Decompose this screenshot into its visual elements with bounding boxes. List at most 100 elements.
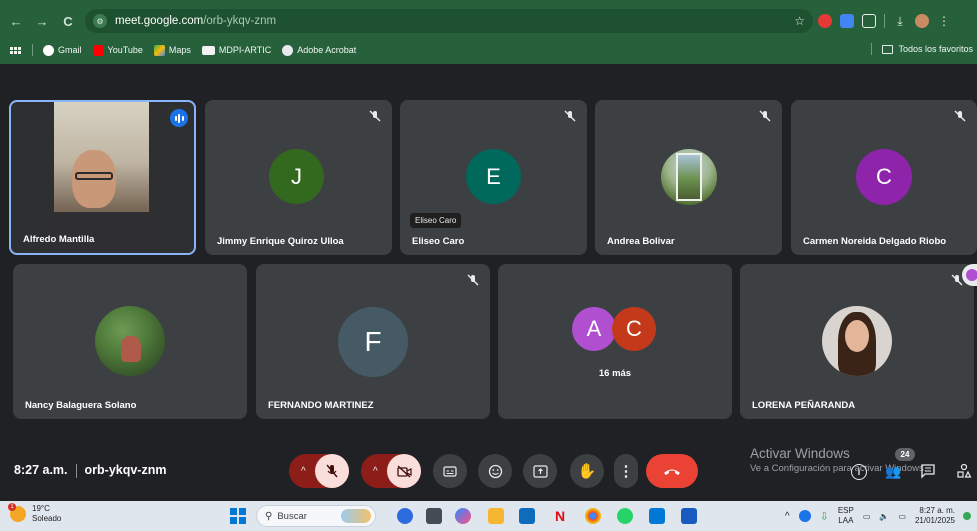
taskbar-search[interactable]: ⚲ Buscar bbox=[256, 505, 376, 527]
outlook-icon[interactable] bbox=[649, 508, 665, 524]
file-explorer-icon[interactable] bbox=[488, 508, 504, 524]
camera-off-button[interactable] bbox=[387, 454, 421, 488]
participant-tile-lorena[interactable]: LORENA PEÑARANDA bbox=[740, 264, 974, 419]
mic-off-icon bbox=[564, 110, 576, 122]
all-bookmarks-button[interactable]: Todos los favoritos bbox=[871, 43, 973, 55]
app-icon[interactable] bbox=[455, 508, 471, 524]
participant-name: Eliseo Caro bbox=[412, 236, 465, 247]
leave-call-button[interactable] bbox=[646, 454, 698, 488]
network-icon[interactable]: ▭ bbox=[863, 512, 871, 521]
hand-icon: ✋ bbox=[577, 463, 597, 480]
mic-off-icon bbox=[954, 110, 966, 122]
bookmark-youtube[interactable]: YouTube bbox=[92, 44, 143, 56]
microphone-control[interactable]: ^ bbox=[289, 454, 349, 488]
tray-download-icon[interactable]: ⇩ bbox=[820, 510, 829, 523]
site-settings-icon[interactable]: ⚙ bbox=[93, 14, 107, 28]
task-view-icon[interactable] bbox=[426, 508, 442, 524]
mic-options-chevron-icon[interactable]: ^ bbox=[301, 466, 306, 477]
tray-app-icon[interactable] bbox=[798, 510, 811, 522]
weather-widget[interactable]: 1 19°C Soleado bbox=[8, 503, 61, 524]
volume-icon[interactable]: 🔈 bbox=[879, 512, 889, 521]
extension-red-icon[interactable] bbox=[818, 14, 832, 28]
extensions-puzzle-icon[interactable] bbox=[862, 14, 876, 28]
windows-start-icon[interactable] bbox=[230, 508, 246, 524]
battery-icon[interactable]: ▭ bbox=[898, 512, 906, 521]
raise-hand-button[interactable]: ✋ bbox=[570, 454, 604, 488]
microsoft-store-icon[interactable] bbox=[519, 508, 535, 524]
mdpi-icon bbox=[201, 45, 215, 55]
google-icon bbox=[43, 44, 54, 56]
group-avatar-c: C bbox=[612, 307, 656, 351]
bookmark-mdpi[interactable]: MDPI-ARTIC bbox=[201, 45, 271, 55]
bookmarks-divider bbox=[32, 44, 33, 56]
participant-photo bbox=[822, 306, 892, 376]
temperature: 19°C bbox=[32, 504, 50, 513]
participant-name: Andrea Bolivar bbox=[607, 236, 675, 247]
activities-button[interactable] bbox=[956, 463, 972, 479]
participant-tile-andrea[interactable]: Andrea Bolivar bbox=[595, 100, 782, 255]
download-icon[interactable]: ⤓ bbox=[893, 14, 907, 28]
photo-frame bbox=[676, 153, 702, 201]
windows-taskbar: 1 19°C Soleado ⚲ Buscar N ^ ⇩ ESP LAA ▭ … bbox=[0, 501, 977, 531]
participant-tile-alfredo[interactable]: Alfredo Mantilla bbox=[9, 100, 196, 255]
more-vert-icon: ⋮ bbox=[618, 463, 634, 480]
bookmark-maps[interactable]: Maps bbox=[153, 44, 191, 56]
emoji-icon bbox=[488, 464, 502, 478]
extensions-row: ⤓ ⋮ bbox=[818, 9, 951, 33]
participant-name: Alfredo Mantilla bbox=[23, 234, 95, 245]
camera-control[interactable]: ^ bbox=[361, 454, 421, 488]
captions-button[interactable] bbox=[433, 454, 467, 488]
menu-kebab-icon[interactable]: ⋮ bbox=[937, 14, 951, 28]
bookmarks-divider bbox=[871, 43, 873, 55]
glasses bbox=[75, 172, 113, 180]
chat-button[interactable] bbox=[920, 463, 936, 479]
reload-button[interactable]: C bbox=[58, 12, 78, 32]
whatsapp-icon[interactable] bbox=[617, 508, 633, 524]
netflix-icon[interactable]: N bbox=[552, 508, 568, 524]
meeting-time: 8:27 a.m. bbox=[14, 463, 68, 477]
camera-options-chevron-icon[interactable]: ^ bbox=[373, 466, 378, 477]
reactions-button[interactable] bbox=[478, 454, 512, 488]
mic-off-icon bbox=[759, 110, 771, 122]
system-clock[interactable]: 8:27 a. m. 21/01/2025 bbox=[915, 506, 955, 526]
more-participants-tile[interactable]: A C 16 más bbox=[498, 264, 732, 419]
back-button[interactable]: ← bbox=[6, 12, 26, 32]
side-panel-handle[interactable] bbox=[962, 264, 977, 286]
participant-avatar: C bbox=[856, 149, 912, 205]
mic-off-button[interactable] bbox=[315, 454, 349, 488]
speaking-indicator-icon bbox=[170, 109, 188, 127]
bookmark-star-icon[interactable]: ☆ bbox=[794, 14, 805, 28]
participant-tile-carmen[interactable]: C Carmen Noreida Delgado Riobo bbox=[791, 100, 977, 255]
word-icon[interactable] bbox=[681, 508, 697, 524]
address-bar[interactable]: ⚙ meet.google.com/orb-ykqv-znm ☆ bbox=[85, 9, 813, 33]
url-path: /orb-ykqv-znm bbox=[203, 15, 277, 27]
copilot-icon[interactable] bbox=[397, 508, 413, 524]
meeting-details-button[interactable]: i bbox=[851, 464, 867, 480]
participant-avatar: E bbox=[466, 149, 521, 204]
language-code: ESP bbox=[837, 506, 854, 515]
bookmark-label: Gmail bbox=[58, 45, 82, 55]
weather-alert-badge: 1 bbox=[8, 503, 16, 511]
chrome-icon[interactable] bbox=[585, 508, 601, 524]
participant-shirt bbox=[54, 212, 149, 252]
activities-shapes-icon bbox=[957, 463, 972, 478]
participant-tile-eliseo[interactable]: E Eliseo Caro Eliseo Caro bbox=[400, 100, 587, 255]
participant-tile-jimmy[interactable]: J Jimmy Enrique Quiroz Ulloa bbox=[205, 100, 392, 255]
present-screen-button[interactable] bbox=[523, 454, 557, 488]
bookmark-adobe-acrobat[interactable]: Adobe Acrobat bbox=[282, 44, 356, 56]
forward-button[interactable]: → bbox=[32, 12, 52, 32]
apps-grid-icon[interactable] bbox=[10, 46, 21, 54]
tray-overflow-chevron-icon[interactable]: ^ bbox=[785, 511, 790, 522]
bookmark-gmail[interactable]: Gmail bbox=[43, 44, 82, 56]
more-options-button[interactable]: ⋮ bbox=[614, 454, 638, 488]
notification-icon[interactable] bbox=[963, 512, 971, 520]
language-indicator[interactable]: ESP LAA bbox=[838, 506, 854, 526]
participant-tile-fernando[interactable]: F FERNANDO MARTINEZ bbox=[256, 264, 490, 419]
search-placeholder: Buscar bbox=[277, 510, 307, 522]
participant-tile-nancy[interactable]: Nancy Balaguera Solano bbox=[13, 264, 247, 419]
folder-icon bbox=[882, 44, 894, 54]
extension-doc-icon[interactable] bbox=[840, 14, 854, 28]
profile-avatar[interactable] bbox=[915, 14, 929, 28]
people-button[interactable]: 👥 bbox=[885, 464, 903, 480]
more-participants-label: 16 más bbox=[598, 368, 632, 379]
